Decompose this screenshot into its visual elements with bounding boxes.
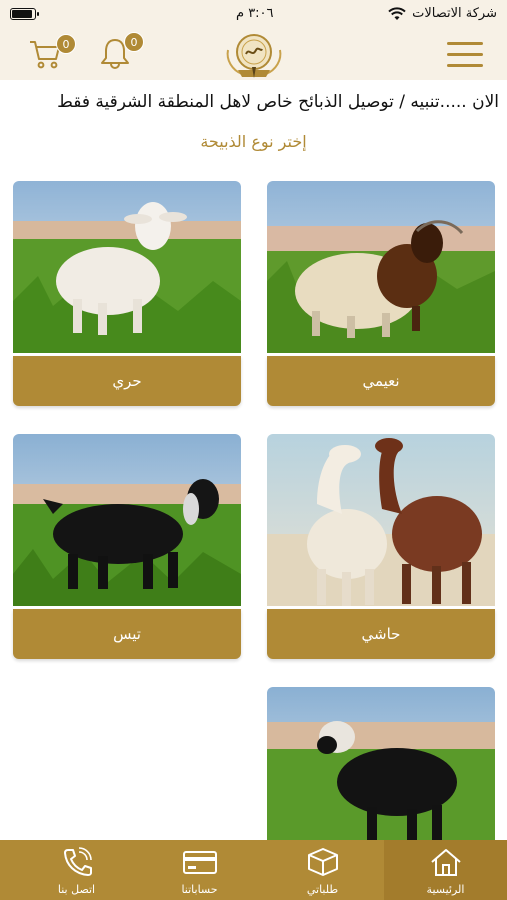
- tab-orders[interactable]: طلباتي: [261, 840, 384, 900]
- bottom-navigation: الرئيسية طلباتي حساباتنا اتصل بنا: [0, 840, 507, 900]
- section-title: إختر نوع الذبيحة: [200, 132, 307, 151]
- category-label: حاشي: [267, 609, 495, 659]
- category-card-najdi[interactable]: [267, 687, 495, 859]
- credit-card-icon: [182, 851, 217, 874]
- tab-accounts[interactable]: حساباتنا: [138, 840, 261, 900]
- category-label: تيس: [13, 609, 241, 659]
- category-card-harri[interactable]: حري: [13, 181, 241, 406]
- najdi-sheep-photo: [267, 687, 495, 859]
- goat-photo: [13, 434, 241, 606]
- battery-icon: [10, 8, 39, 20]
- tab-label: حساباتنا: [181, 883, 218, 896]
- naeemi-sheep-photo: [267, 181, 495, 353]
- tab-label: الرئيسية: [426, 883, 465, 896]
- carrier-name: شركة الاتصالات: [412, 6, 497, 21]
- cart-button[interactable]: 0: [28, 34, 76, 72]
- category-card-hashi[interactable]: حاشي: [267, 434, 495, 659]
- status-carrier: شركة الاتصالات: [388, 6, 497, 21]
- category-label: حري: [13, 356, 241, 406]
- notifications-button[interactable]: 0: [98, 32, 144, 72]
- category-card-goat[interactable]: تيس: [13, 434, 241, 659]
- phone-icon: [63, 847, 92, 876]
- notification-count-badge: 0: [124, 32, 144, 52]
- cart-count-badge: 0: [56, 34, 76, 54]
- home-icon: [430, 849, 461, 876]
- wifi-icon: [388, 6, 406, 20]
- hashi-camel-photo: [267, 434, 495, 606]
- harri-sheep-photo: [13, 181, 241, 353]
- brand-logo: [226, 34, 282, 78]
- category-card-naeemi[interactable]: نعيمي: [267, 181, 495, 406]
- menu-button[interactable]: [447, 42, 483, 68]
- status-time: ٣:٠٦ م: [236, 6, 274, 21]
- tab-home[interactable]: الرئيسية: [384, 840, 507, 900]
- tab-label: طلباتي: [306, 883, 339, 896]
- category-label: نعيمي: [267, 356, 495, 406]
- announcement-text: الان .....تنبيه / توصيل الذبائح خاص لاهل…: [57, 92, 499, 112]
- tab-label: اتصل بنا: [57, 883, 96, 896]
- box-icon: [307, 848, 338, 876]
- status-bar: ٣:٠٦ م شركة الاتصالات: [0, 0, 507, 30]
- tab-contact[interactable]: اتصل بنا: [15, 840, 138, 900]
- app-header: 0 0: [0, 30, 507, 80]
- announcement-marquee: الان .....تنبيه / توصيل الذبائح خاص لاهل…: [0, 90, 507, 118]
